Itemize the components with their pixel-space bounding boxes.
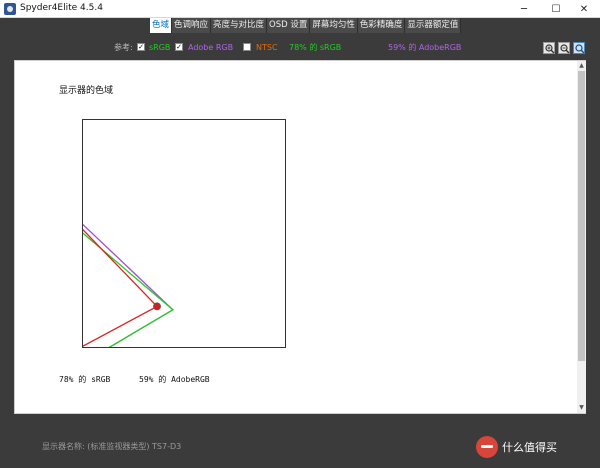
reference-label: 参考: <box>114 43 133 52</box>
srgb-coverage: 78% 的 sRGB <box>289 43 342 52</box>
tab-color-accuracy[interactable]: 色彩精确度 <box>357 18 406 33</box>
zoom-in-icon <box>545 44 555 54</box>
adobe-rgb-legend-label: Adobe RGB <box>188 43 234 52</box>
minimize-button[interactable]: ─ <box>508 0 540 18</box>
tab-bar: 色域 色调响应 亮度与对比度 OSD 设置 屏幕均匀性 色彩精确度 显示器额定值 <box>150 18 462 33</box>
tab-gamut[interactable]: 色域 <box>150 18 173 33</box>
title-bar: Spyder4Elite 4.5.4 ─ ☐ ✕ <box>0 0 600 18</box>
adobe-coverage: 59% 的 AdobeRGB <box>388 43 462 52</box>
tab-uniformity[interactable]: 屏幕均匀性 <box>310 18 358 33</box>
watermark-text: 什么值得买 <box>502 441 557 454</box>
panel-title: 显示器的色域 <box>59 86 114 96</box>
tab-brightness-contrast[interactable]: 亮度与对比度 <box>211 18 268 33</box>
close-button[interactable]: ✕ <box>568 0 600 18</box>
zoom-in-button[interactable] <box>543 42 555 54</box>
watermark: 什么值得买 <box>476 436 557 458</box>
ntsc-legend-label: NTSC <box>256 43 278 52</box>
gamut-chart <box>83 223 174 347</box>
display-name-label: 显示器名称: (标准监视器类型) TS7-D3 <box>42 442 182 451</box>
scroll-thumb[interactable] <box>578 71 585 361</box>
srgb-legend-label: sRGB <box>149 43 171 52</box>
zoom-fit-button[interactable] <box>573 42 585 54</box>
zoom-fit-icon <box>575 44 585 54</box>
summary-adobe: 59% 的 AdobeRGB <box>139 375 210 384</box>
zoom-out-icon <box>560 44 570 54</box>
window-title: Spyder4Elite 4.5.4 <box>20 3 103 13</box>
vertical-scrollbar[interactable]: ▲ ▼ <box>577 61 586 413</box>
tab-tone-response[interactable]: 色调响应 <box>172 18 212 33</box>
tab-osd-settings[interactable]: OSD 设置 <box>267 18 311 33</box>
scroll-down-icon[interactable]: ▼ <box>578 404 585 412</box>
zoom-out-button[interactable] <box>558 42 570 54</box>
watermark-logo-icon <box>476 436 498 458</box>
ntsc-checkbox[interactable] <box>243 43 251 51</box>
summary-srgb: 78% 的 sRGB <box>59 375 111 384</box>
tab-display-rating[interactable]: 显示器额定值 <box>405 18 462 33</box>
scroll-up-icon[interactable]: ▲ <box>578 62 585 70</box>
srgb-checkbox[interactable]: ✓ <box>137 43 145 51</box>
primary-point-red <box>153 302 161 311</box>
adobe-rgb-checkbox[interactable]: ✓ <box>175 43 183 51</box>
gamut-plot <box>82 119 286 348</box>
app-logo-icon <box>4 3 16 15</box>
gamut-panel: 显示器的色域 78% 的 sRGB 59% 的 AdobeRGB ▲ ▼ <box>14 60 586 414</box>
